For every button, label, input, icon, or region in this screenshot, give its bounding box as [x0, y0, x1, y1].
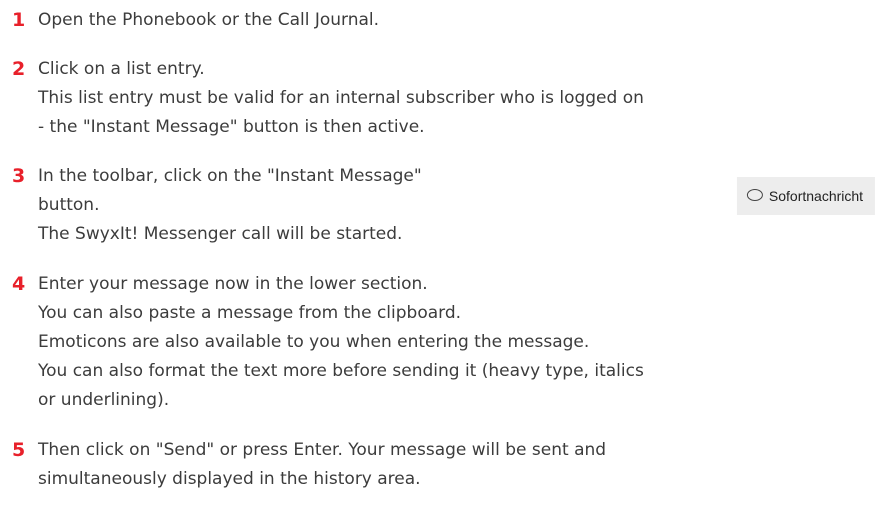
- step-line: This list entry must be valid for an int…: [38, 88, 644, 108]
- step-number: 3: [12, 165, 26, 187]
- step-line: simultaneously displayed in the history …: [38, 469, 421, 489]
- step-number: 5: [12, 439, 26, 461]
- instant-message-button-label: Sofortnachricht: [768, 188, 864, 204]
- step-line: Click on a list entry.: [38, 59, 205, 79]
- step-line: Then click on "Send" or press Enter. You…: [38, 440, 607, 460]
- step-line: You can also paste a message from the cl…: [38, 303, 462, 323]
- step-number: 4: [12, 273, 26, 295]
- step-text: Enter your message now in the lower sect…: [38, 270, 644, 415]
- step-line: button.: [38, 195, 100, 215]
- step-text: In the toolbar, click on the "Instant Me…: [38, 162, 422, 249]
- step-line: Open the Phonebook or the Call Journal.: [38, 10, 380, 30]
- step-line: - the "Instant Message" button is then a…: [38, 117, 425, 137]
- step-number: 1: [12, 9, 26, 31]
- speech-bubble-icon: [746, 189, 763, 201]
- step-line: or underlining).: [38, 390, 170, 410]
- step-text: Click on a list entry. This list entry m…: [38, 55, 644, 142]
- step-number: 2: [12, 58, 26, 80]
- step-text: Then click on "Send" or press Enter. You…: [38, 436, 606, 494]
- instant-message-button[interactable]: Sofortnachricht: [736, 177, 876, 215]
- step-line: In the toolbar, click on the "Instant Me…: [38, 166, 422, 186]
- step-line: The SwyxIt! Messenger call will be start…: [38, 224, 403, 244]
- step-line: Enter your message now in the lower sect…: [38, 274, 428, 294]
- step-line: You can also format the text more before…: [38, 361, 644, 381]
- step-text: Open the Phonebook or the Call Journal.: [38, 6, 379, 35]
- step-line: Emoticons are also available to you when…: [38, 332, 590, 352]
